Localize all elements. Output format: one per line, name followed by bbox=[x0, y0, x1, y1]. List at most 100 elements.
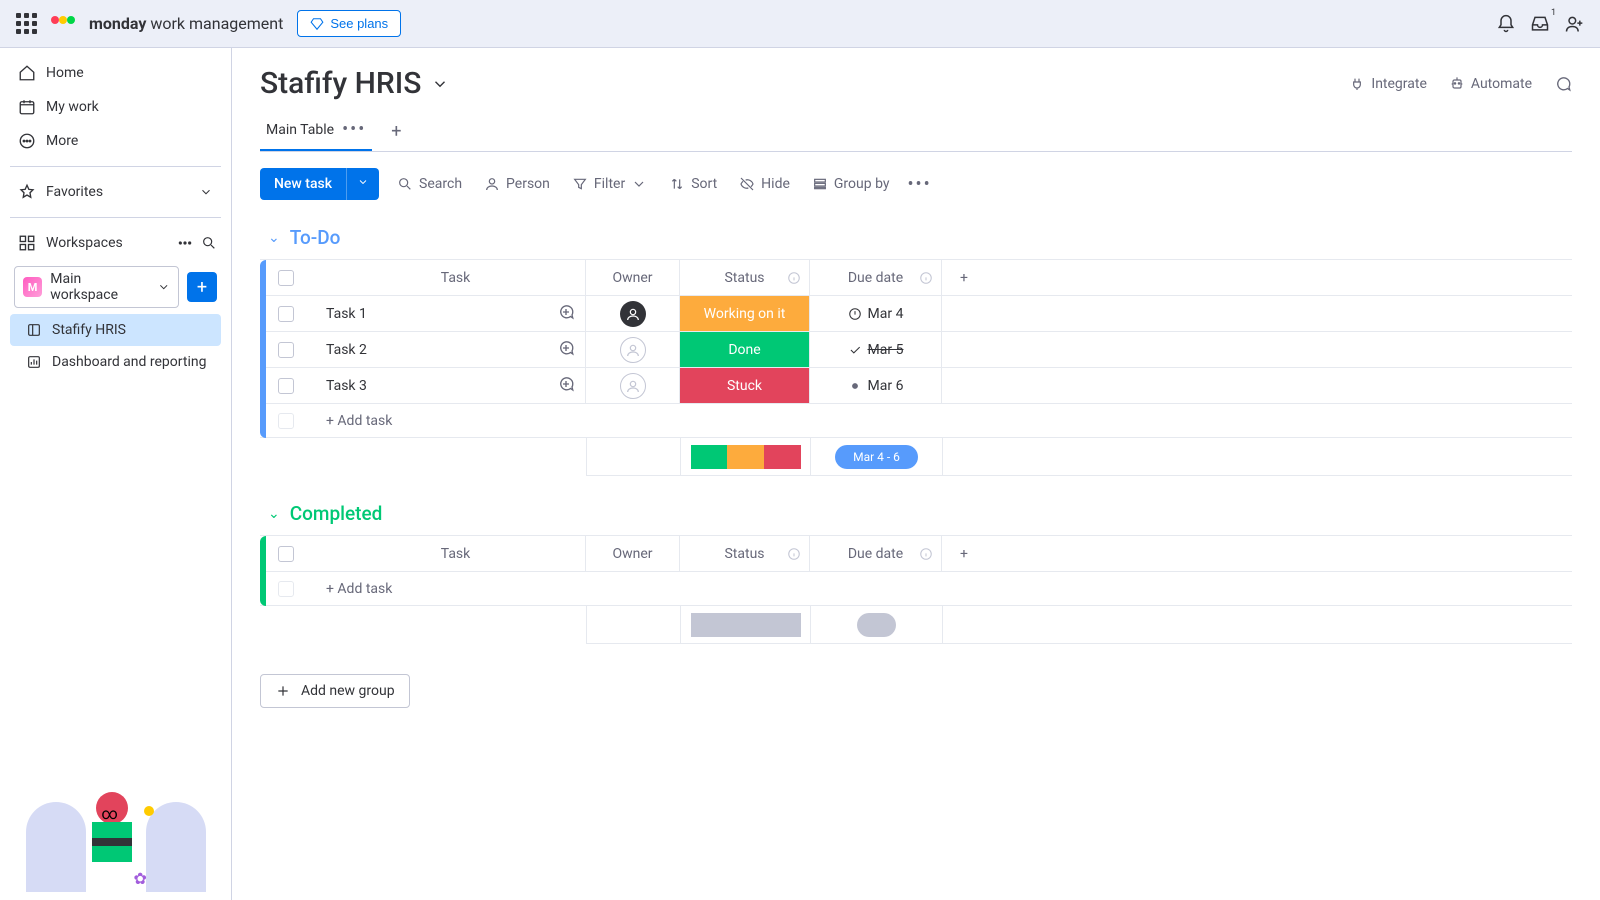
search-tool[interactable]: Search bbox=[393, 170, 466, 198]
status-cell[interactable]: Working on it bbox=[680, 296, 810, 331]
date-cell[interactable]: Mar 6 bbox=[810, 368, 942, 403]
nav-home[interactable]: Home bbox=[10, 56, 221, 90]
person-icon bbox=[484, 176, 500, 192]
select-all-checkbox[interactable] bbox=[266, 536, 306, 571]
info-icon bbox=[919, 547, 933, 561]
select-all-checkbox[interactable] bbox=[266, 260, 306, 295]
group-completed-toggle[interactable]: ⌄Completed bbox=[260, 502, 1572, 525]
group-completed-summary: - bbox=[586, 606, 1572, 644]
tab-menu-icon[interactable]: ••• bbox=[342, 121, 366, 139]
inbox-badge: 1 bbox=[1551, 8, 1556, 18]
column-owner[interactable]: Owner bbox=[586, 536, 680, 571]
date-cell[interactable]: Mar 4 bbox=[810, 296, 942, 331]
column-header-row: Task Owner Status Due date + bbox=[260, 536, 1572, 572]
owner-avatar[interactable] bbox=[620, 337, 646, 363]
owner-cell[interactable] bbox=[586, 332, 680, 367]
date-summary-pill: - bbox=[857, 613, 896, 637]
column-status[interactable]: Status bbox=[680, 536, 810, 571]
dots-icon[interactable] bbox=[177, 235, 193, 251]
chat-icon[interactable] bbox=[557, 375, 575, 397]
owner-cell[interactable] bbox=[586, 296, 680, 331]
home-icon bbox=[18, 64, 36, 82]
star-icon bbox=[18, 183, 36, 201]
task-name-cell[interactable]: Task 2 bbox=[306, 332, 586, 367]
sidebar-illustration: ∞✿ bbox=[10, 772, 221, 892]
board-title-button[interactable]: Stafify HRIS bbox=[260, 66, 449, 101]
board-toolbar: New task Search Person Filter Sort Hide … bbox=[260, 168, 1572, 200]
workspace-selector[interactable]: M Main workspace bbox=[14, 266, 179, 308]
group-todo: ⌄To-Do Task Owner Status Due date + Task… bbox=[260, 226, 1572, 476]
top-bar: monday work management See plans 1 bbox=[0, 0, 1600, 48]
bell-icon[interactable] bbox=[1496, 14, 1516, 34]
inbox-icon[interactable]: 1 bbox=[1530, 14, 1550, 34]
chevron-down-icon[interactable] bbox=[346, 168, 379, 200]
tab-main-table[interactable]: Main Table••• bbox=[260, 111, 372, 151]
search-icon[interactable] bbox=[201, 235, 217, 251]
board-icon bbox=[26, 322, 42, 338]
status-cell[interactable]: Stuck bbox=[680, 368, 810, 403]
sort-icon bbox=[669, 176, 685, 192]
see-plans-button[interactable]: See plans bbox=[297, 10, 401, 37]
chevron-down-icon bbox=[631, 176, 647, 192]
monday-logo-icon bbox=[51, 12, 75, 36]
add-column-button[interactable]: + bbox=[942, 536, 986, 571]
automate-button[interactable]: Automate bbox=[1449, 76, 1532, 92]
main-area: Stafify HRIS Integrate Automate Main Tab… bbox=[232, 48, 1600, 900]
chevron-down-icon: ⌄ bbox=[268, 230, 280, 246]
task-name-cell[interactable]: Task 1 bbox=[306, 296, 586, 331]
nav-mywork[interactable]: My work bbox=[10, 90, 221, 124]
column-due-date[interactable]: Due date bbox=[810, 260, 942, 295]
chat-icon[interactable] bbox=[557, 303, 575, 325]
task-name-cell[interactable]: Task 3 bbox=[306, 368, 586, 403]
sidebar: Home My work More Favorites Workspaces M… bbox=[0, 48, 232, 900]
hide-icon bbox=[739, 176, 755, 192]
nav-more[interactable]: More bbox=[10, 124, 221, 158]
add-workspace-button[interactable]: + bbox=[187, 272, 217, 302]
column-due-date[interactable]: Due date bbox=[810, 536, 942, 571]
table-row[interactable]: Task 3 StuckMar 6 bbox=[260, 368, 1572, 404]
toolbar-more-icon[interactable]: ••• bbox=[907, 174, 931, 195]
sidebar-board-stafify[interactable]: Stafify HRIS bbox=[10, 314, 221, 346]
chevron-down-icon: ⌄ bbox=[268, 506, 280, 522]
chevron-down-icon bbox=[157, 280, 170, 294]
filter-tool[interactable]: Filter bbox=[568, 170, 651, 198]
date-cell[interactable]: Mar 5 bbox=[810, 332, 942, 367]
row-checkbox[interactable] bbox=[266, 296, 306, 331]
row-checkbox[interactable] bbox=[266, 368, 306, 403]
chat-icon[interactable] bbox=[557, 339, 575, 361]
apps-grid-icon[interactable] bbox=[16, 13, 37, 34]
sidebar-board-dashboard[interactable]: Dashboard and reporting bbox=[10, 346, 221, 378]
add-view-button[interactable]: + bbox=[382, 117, 410, 145]
column-owner[interactable]: Owner bbox=[586, 260, 680, 295]
sort-tool[interactable]: Sort bbox=[665, 170, 721, 198]
add-task-row[interactable]: + Add task bbox=[260, 404, 1572, 438]
hide-tool[interactable]: Hide bbox=[735, 170, 794, 198]
groupby-icon bbox=[812, 176, 828, 192]
owner-avatar[interactable] bbox=[620, 301, 646, 327]
new-task-button[interactable]: New task bbox=[260, 168, 379, 200]
person-tool[interactable]: Person bbox=[480, 170, 554, 198]
add-column-button[interactable]: + bbox=[942, 260, 986, 295]
date-indicator-icon bbox=[848, 379, 862, 393]
status-cell[interactable]: Done bbox=[680, 332, 810, 367]
date-indicator-icon bbox=[848, 343, 862, 357]
owner-cell[interactable] bbox=[586, 368, 680, 403]
add-task-row[interactable]: + Add task bbox=[260, 572, 1572, 606]
info-icon bbox=[787, 547, 801, 561]
board-title: Stafify HRIS bbox=[260, 66, 421, 101]
invite-icon[interactable] bbox=[1564, 14, 1584, 34]
add-group-button[interactable]: Add new group bbox=[260, 674, 410, 708]
owner-avatar[interactable] bbox=[620, 373, 646, 399]
column-task[interactable]: Task bbox=[306, 260, 586, 295]
group-todo-toggle[interactable]: ⌄To-Do bbox=[260, 226, 1572, 249]
table-row[interactable]: Task 1 Working on itMar 4 bbox=[260, 296, 1572, 332]
integrate-button[interactable]: Integrate bbox=[1349, 76, 1427, 92]
column-status[interactable]: Status bbox=[680, 260, 810, 295]
column-task[interactable]: Task bbox=[306, 536, 586, 571]
automate-icon bbox=[1449, 76, 1465, 92]
row-checkbox[interactable] bbox=[266, 332, 306, 367]
favorites-toggle[interactable]: Favorites bbox=[10, 175, 221, 209]
groupby-tool[interactable]: Group by bbox=[808, 170, 894, 198]
discussion-icon[interactable] bbox=[1554, 75, 1572, 93]
table-row[interactable]: Task 2 DoneMar 5 bbox=[260, 332, 1572, 368]
